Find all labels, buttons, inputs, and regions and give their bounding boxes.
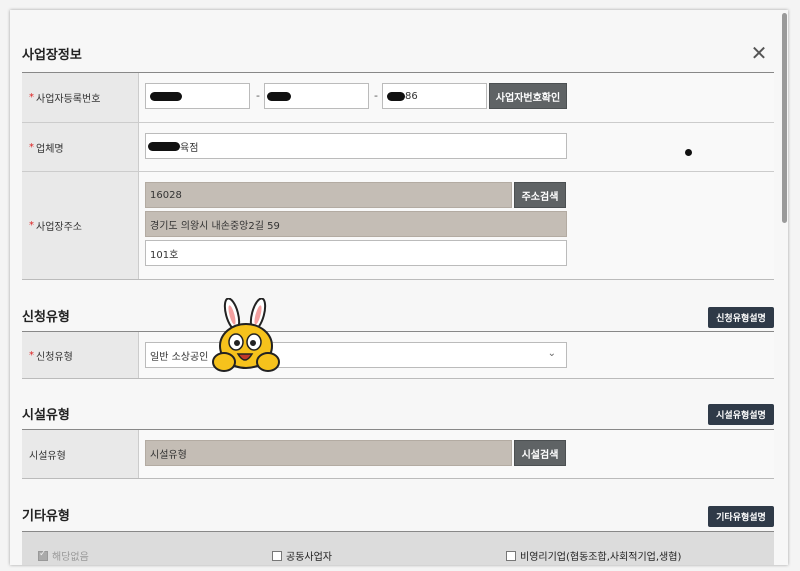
- option-nonprofit[interactable]: 비영리기업(협동조합,사회적기업,생협): [506, 548, 681, 563]
- option-joint-business[interactable]: 공동사업자: [272, 548, 332, 563]
- close-icon[interactable]: ✕: [750, 43, 768, 63]
- reg-number-part1[interactable]: [145, 83, 250, 109]
- row-company-name: * 업체명 육점: [22, 123, 774, 172]
- cursor-dot: [685, 149, 692, 156]
- verify-reg-number-button[interactable]: 사업자번호확인: [489, 83, 567, 109]
- reg-number-part2[interactable]: [264, 83, 369, 109]
- chevron-down-icon: ⌄: [547, 348, 556, 359]
- reg-number-part3[interactable]: 86: [382, 83, 487, 109]
- reg-number-label: 사업자등록번호: [36, 94, 101, 105]
- application-type-selected: 일반 소상공인: [150, 351, 209, 363]
- rabbit-mascot-sticker: [212, 298, 280, 372]
- application-type-label: 신청유형: [36, 351, 73, 363]
- address-line1-field: 경기도 의왕시 내손중앙2길 59: [145, 211, 567, 237]
- application-type-table: * 신청유형 일반 소상공인 ⌄: [22, 331, 774, 379]
- facility-type-label: 시설유형: [22, 430, 139, 478]
- company-name-input[interactable]: 육점: [145, 133, 567, 159]
- facility-search-button[interactable]: 시설검색: [514, 440, 566, 466]
- company-name-value: 육점: [180, 142, 199, 154]
- checkbox[interactable]: [272, 550, 282, 561]
- facility-type-info-button[interactable]: 시설유형설명: [708, 404, 774, 425]
- checkbox[interactable]: [506, 550, 516, 561]
- application-type-info-button[interactable]: 신청유형설명: [708, 307, 774, 328]
- facility-type-field: 시설유형: [145, 440, 512, 466]
- section-title-application-type: 신청유형: [22, 310, 70, 325]
- other-type-info-button[interactable]: 기타유형설명: [708, 506, 774, 527]
- address-line2-input[interactable]: 101호: [145, 240, 567, 266]
- section-title-facility-type: 시설유형: [22, 408, 70, 423]
- reg-number-part3-value: 86: [405, 90, 418, 102]
- business-info-table: * 사업자등록번호 - - 86 사업자번호확인 * 업체명 육점 * 사업장주소 1…: [22, 72, 774, 280]
- scrollbar[interactable]: [782, 13, 787, 223]
- address-search-button[interactable]: 주소검색: [514, 182, 566, 208]
- row-reg-number: * 사업자등록번호 - - 86 사업자번호확인: [22, 73, 774, 123]
- other-type-options: 해당없음 공동사업자 비영리기업(협동조합,사회적기업,생협): [22, 531, 774, 565]
- application-type-select[interactable]: 일반 소상공인 ⌄: [145, 342, 567, 368]
- row-address: * 사업장주소 16028 주소검색 경기도 의왕시 내손중앙2길 59 101호: [22, 172, 774, 279]
- address-label: 사업장주소: [36, 222, 82, 233]
- section-title-business-info: 사업장정보: [22, 48, 82, 63]
- checkbox-checked[interactable]: [38, 549, 48, 561]
- facility-type-table: 시설유형 시설유형 시설검색: [22, 429, 774, 479]
- option-not-applicable[interactable]: 해당없음: [38, 548, 89, 563]
- business-info-dialog: 사업장정보 ✕ * 사업자등록번호 - - 86 사업자번호확인 * 업체명 육점 …: [10, 10, 788, 565]
- section-title-other-type: 기타유형: [22, 509, 70, 524]
- company-name-label: 업체명: [36, 143, 64, 155]
- postcode-field: 16028: [145, 182, 512, 208]
